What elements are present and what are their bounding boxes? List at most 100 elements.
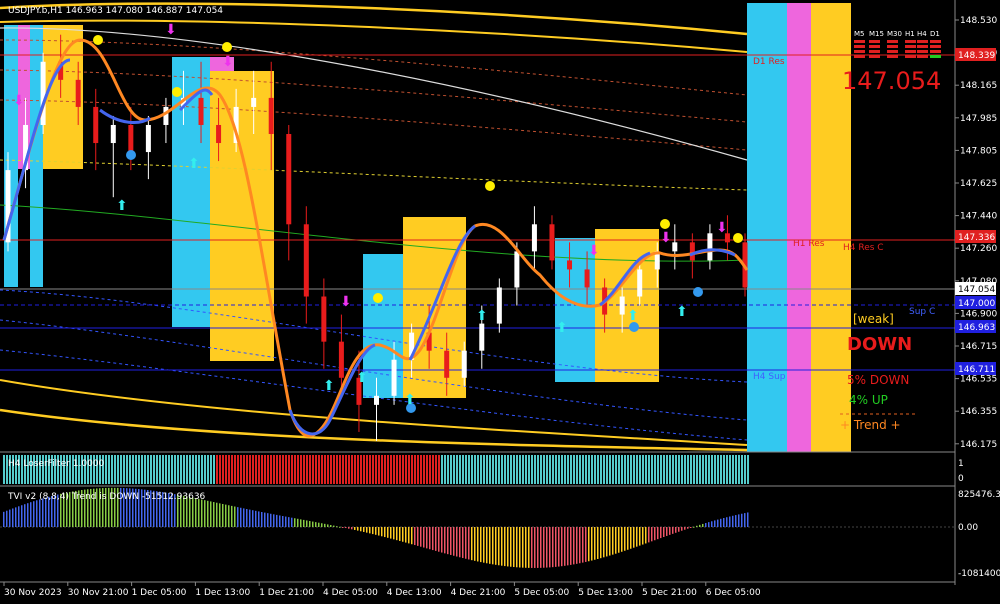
tvi-bar: [582, 527, 584, 563]
filter-bar: [600, 455, 602, 484]
tf-cell: [930, 50, 941, 53]
filter-bar: [453, 455, 455, 484]
tvi-bar: [267, 513, 269, 527]
tvi-bar: [705, 523, 707, 527]
filter-bar: [375, 455, 377, 484]
filter-bar: [204, 455, 206, 484]
filter-bar: [582, 455, 584, 484]
tvi-bar: [294, 518, 296, 527]
filter-bar: [390, 455, 392, 484]
filter-bar: [522, 455, 524, 484]
tvi-bar: [222, 503, 224, 527]
tvi-bar: [648, 527, 650, 543]
tvi-bar: [672, 527, 674, 534]
filter-bar: [669, 455, 671, 484]
yellow-dot: [485, 181, 495, 191]
tvi-bar: [699, 524, 701, 527]
zone-pink-5: [787, 3, 811, 452]
tvi-bar: [363, 527, 365, 532]
tvi-bar: [480, 527, 482, 563]
filter-bar: [384, 455, 386, 484]
tvi-bar: [531, 527, 533, 568]
filter-bar: [123, 455, 125, 484]
filter-bar: [159, 455, 161, 484]
filter-bar: [480, 455, 482, 484]
filter-bar: [630, 455, 632, 484]
tvi-bar: [594, 527, 596, 560]
tvi-bar: [495, 527, 497, 565]
tvi-bar: [453, 527, 455, 556]
filter-bar: [636, 455, 638, 484]
tvi-bar: [447, 527, 449, 555]
tvi-bar: [405, 527, 407, 543]
filter-bar: [243, 455, 245, 484]
tvi-bar: [18, 506, 20, 527]
arrow-down-icon: ⬇: [588, 243, 600, 259]
tvi-bar: [387, 527, 389, 538]
tf-cell: [917, 40, 928, 43]
sup-c-label: Sup C: [909, 307, 935, 317]
tvi-bar: [489, 527, 491, 564]
blue-dot: [126, 150, 136, 160]
tvi-bar: [282, 516, 284, 527]
yellow-dot: [93, 35, 103, 45]
tf-cell: [869, 40, 880, 43]
filter-bar: [258, 455, 260, 484]
filter-bar: [726, 455, 728, 484]
tvi-bar: [717, 519, 719, 527]
filter-bar: [309, 455, 311, 484]
filter-bar: [324, 455, 326, 484]
chart-window[interactable]: ⬇ ⬇ ⬇ ⬇ ⬇ ⬇ ⬇ ⬆ ⬆ ⬆ ⬆ ⬆ ⬆ ⬆ ⬆ ⬆ D1 Res H…: [0, 0, 1000, 600]
tvi-bar: [351, 527, 353, 530]
filter-bar: [282, 455, 284, 484]
tvi-bar: [423, 527, 425, 548]
tvi-bar: [627, 527, 629, 550]
filter-bar: [459, 455, 461, 484]
candle-body: [496, 287, 502, 324]
tvi-bar: [462, 527, 464, 559]
filter-bar: [444, 455, 446, 484]
filter-bar: [366, 455, 368, 484]
filter-bar: [168, 455, 170, 484]
filter-bar: [192, 455, 194, 484]
tvi-bar: [408, 527, 410, 544]
filter-bar: [111, 455, 113, 484]
filter-bar: [513, 455, 515, 484]
filter-bar: [633, 455, 635, 484]
tvi-bar: [639, 527, 641, 546]
filter-bar: [426, 455, 428, 484]
time-tick-label: 5 Dec 21:00: [642, 588, 697, 598]
filter-bar: [261, 455, 263, 484]
tvi-bar: [459, 527, 461, 558]
tvi-bar: [369, 527, 371, 534]
tvi-bar: [330, 525, 332, 527]
filter-bar: [219, 455, 221, 484]
tvi-bar: [258, 511, 260, 527]
filter-bar: [117, 455, 119, 484]
candle-body: [338, 341, 344, 378]
tvi-bar: [300, 519, 302, 527]
filter-bar: [408, 455, 410, 484]
price-tick-label: 146.175: [960, 440, 997, 450]
filter-bar: [210, 455, 212, 484]
filter-bar: [201, 455, 203, 484]
filter-bar: [276, 455, 278, 484]
filter-bar: [543, 455, 545, 484]
tvi-bar: [390, 527, 392, 539]
filter-bar: [417, 455, 419, 484]
symbol-header: USDJPY.b,H1 146.963 147.080 146.887 147.…: [8, 6, 223, 16]
tvi-bar: [510, 527, 512, 567]
tvi-bar: [729, 516, 731, 527]
time-tick-label: 5 Dec 05:00: [514, 588, 569, 598]
tvi-bar: [378, 527, 380, 536]
filter-bar: [468, 455, 470, 484]
filter-bar: [531, 455, 533, 484]
filter-bar: [465, 455, 467, 484]
tag-red-top-text: 148.339: [958, 51, 995, 61]
tvi-bar: [501, 527, 503, 566]
price-chart[interactable]: ⬇ ⬇ ⬇ ⬇ ⬇ ⬇ ⬇ ⬆ ⬆ ⬆ ⬆ ⬆ ⬆ ⬆ ⬆ ⬆ D1 Res H…: [0, 0, 1000, 600]
tvi-bar: [603, 527, 605, 558]
candle-body: [514, 251, 520, 288]
tvi-bar: [261, 512, 263, 527]
tvi-bar: [666, 527, 668, 536]
